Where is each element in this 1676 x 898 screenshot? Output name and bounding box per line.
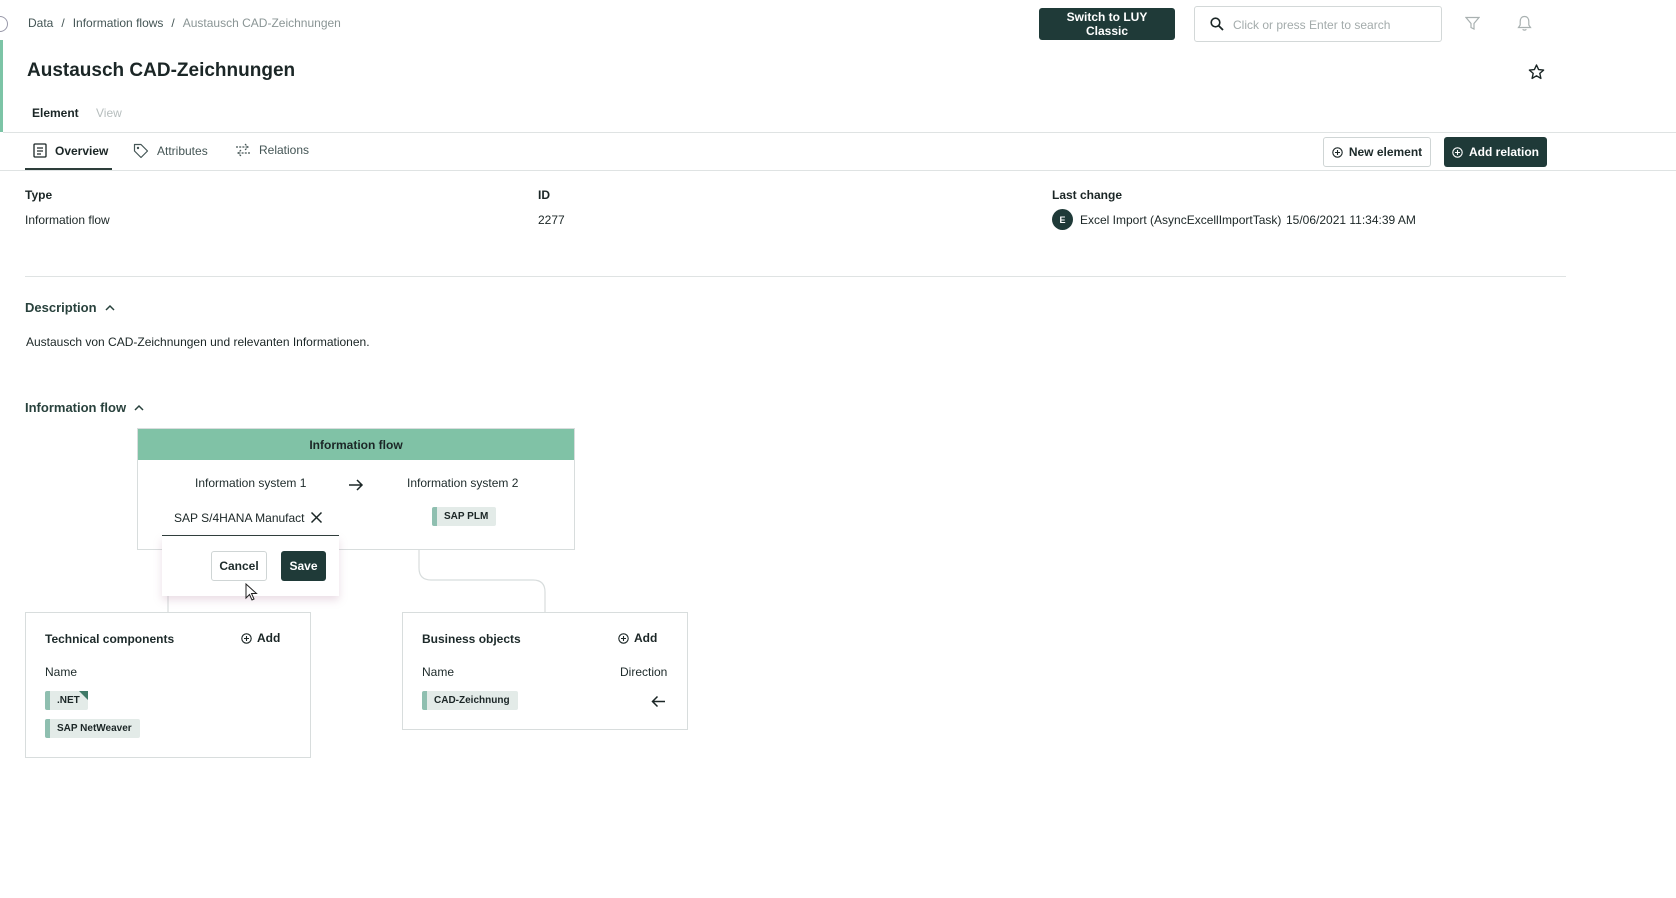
- add-business-object-label: Add: [634, 631, 658, 645]
- corner-marker: [78, 691, 88, 700]
- technical-components-card: Technical components Add Name .NET SAP N…: [25, 612, 311, 758]
- list-item[interactable]: .NET: [45, 691, 88, 710]
- system1-label: Information system 1: [195, 476, 307, 490]
- save-button[interactable]: Save: [281, 551, 326, 581]
- information-flow-box-title: Information flow: [138, 429, 574, 460]
- business-name-header: Name: [422, 665, 455, 679]
- business-objects-card: Business objects Add Name Direction CAD-…: [402, 612, 688, 730]
- arrow-right-icon: [349, 479, 364, 491]
- system2-tag[interactable]: SAP PLM: [432, 507, 497, 526]
- system2-label: Information system 2: [407, 476, 519, 490]
- plus-circle-icon: [241, 632, 252, 644]
- plus-circle-icon: [618, 632, 629, 644]
- list-item[interactable]: SAP NetWeaver: [45, 719, 140, 738]
- business-direction-header: Direction: [620, 665, 668, 679]
- technical-components-title: Technical components: [45, 632, 175, 646]
- cancel-button[interactable]: Cancel: [211, 551, 267, 581]
- close-icon[interactable]: [310, 511, 323, 524]
- list-item[interactable]: CAD-Zeichnung: [422, 691, 518, 710]
- technical-item-label: .NET: [57, 695, 80, 706]
- add-technical-component-label: Add: [257, 631, 281, 645]
- add-business-object-button[interactable]: Add: [618, 631, 657, 645]
- business-item-tag: CAD-Zeichnung: [422, 691, 518, 710]
- add-technical-component-button[interactable]: Add: [241, 631, 280, 645]
- technical-item-tag: .NET: [45, 691, 88, 710]
- arrow-left-icon: [651, 695, 665, 708]
- system1-field-value: SAP S/4HANA Manufact: [174, 511, 305, 525]
- technical-name-header: Name: [45, 665, 78, 679]
- business-objects-title: Business objects: [422, 632, 521, 646]
- system1-field[interactable]: SAP S/4HANA Manufact: [162, 503, 339, 536]
- system2-tag-label: SAP PLM: [432, 507, 497, 526]
- technical-item-tag: SAP NetWeaver: [45, 719, 140, 738]
- cursor-icon: [245, 583, 258, 601]
